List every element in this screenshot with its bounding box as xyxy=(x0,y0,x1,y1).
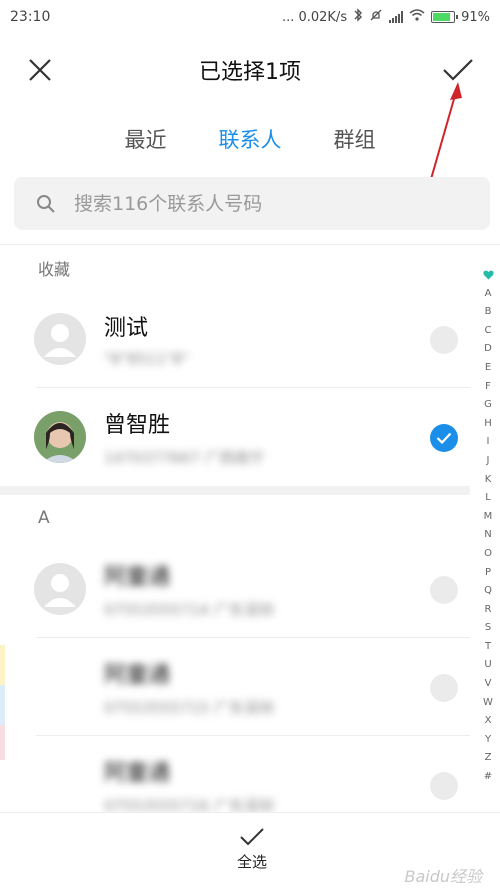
favorites-heart-icon[interactable] xyxy=(482,266,494,285)
index-letter-a[interactable]: A xyxy=(485,285,492,304)
tab-bar: 最近 联系人 群组 xyxy=(0,118,500,162)
contact-info: 阿童通 07553555716 广东深圳 xyxy=(104,755,470,816)
network-speed: ... 0.02K/s xyxy=(281,9,348,25)
avatar-placeholder xyxy=(34,661,86,713)
bluetooth-icon xyxy=(353,8,363,26)
status-bar: 23:10 ... 0.02K/s 91% xyxy=(0,0,500,34)
index-letter-f[interactable]: F xyxy=(485,378,491,397)
index-letter-v[interactable]: V xyxy=(485,675,492,694)
index-letter-m[interactable]: M xyxy=(484,508,493,527)
section-gap xyxy=(0,486,470,495)
search-icon xyxy=(37,194,55,213)
section-header-a: A xyxy=(0,495,470,540)
status-icons: ... 0.02K/s 91% xyxy=(282,8,490,26)
index-letter-n[interactable]: N xyxy=(484,526,491,545)
contact-detail: 07553555715 广东深圳 xyxy=(104,698,274,717)
contact-checkbox-checked[interactable] xyxy=(430,424,458,452)
checkmark-icon xyxy=(436,432,452,444)
index-letter-u[interactable]: U xyxy=(484,656,491,675)
checkmark-icon xyxy=(240,828,264,846)
page-title: 已选择1项 xyxy=(199,60,301,85)
bottom-bar: 全选 Baidu经验 xyxy=(0,812,500,895)
index-letter-i[interactable]: I xyxy=(487,433,490,452)
index-letter-s[interactable]: S xyxy=(485,619,491,638)
default-avatar-icon xyxy=(34,313,86,365)
contact-checkbox[interactable] xyxy=(430,772,458,800)
contact-row[interactable]: 测试 "8"8511"8" xyxy=(0,290,470,388)
signal-icon xyxy=(389,11,404,23)
battery-percent: 91% xyxy=(461,9,490,25)
contact-row[interactable]: 阿童通 07553555715 广东深圳 xyxy=(0,638,470,736)
contact-name: 测试 xyxy=(104,316,149,341)
contact-name: 阿童通 xyxy=(104,662,171,688)
index-letter-y[interactable]: Y xyxy=(485,731,491,750)
contact-name: 阿童通 xyxy=(104,760,171,786)
contact-picker-screen: 23:10 ... 0.02K/s 91% 已选择1项 最近 联系人 群组 搜索… xyxy=(0,0,500,895)
contact-info: 曾智胜 1470377667 广西南宁 xyxy=(104,407,470,468)
top-bar: 已选择1项 xyxy=(0,34,500,104)
contact-detail: "8"8511"8" xyxy=(104,350,189,368)
index-letter-g[interactable]: G xyxy=(484,396,492,415)
edge-decoration xyxy=(0,685,5,725)
contact-info: 测试 "8"8511"8" xyxy=(104,310,470,368)
confirm-button[interactable] xyxy=(438,52,478,88)
avatar-placeholder xyxy=(34,759,86,811)
index-letter-p[interactable]: P xyxy=(485,564,491,583)
index-letter-x[interactable]: X xyxy=(485,712,492,731)
contact-row[interactable]: 曾智胜 1470377667 广西南宁 xyxy=(0,388,470,486)
edge-decoration xyxy=(0,645,5,685)
checkmark-icon xyxy=(443,59,473,81)
index-letter-r[interactable]: R xyxy=(485,601,492,620)
contact-list: 收藏 测试 "8"8511"8" 曾智胜 1470377667 广西南宁 A 阿… xyxy=(0,245,470,834)
contact-checkbox[interactable] xyxy=(430,576,458,604)
index-letter-hash[interactable]: # xyxy=(484,768,492,787)
tab-groups[interactable]: 群组 xyxy=(332,118,378,162)
index-letter-e[interactable]: E xyxy=(485,359,491,378)
index-letter-b[interactable]: B xyxy=(485,303,492,322)
index-letter-d[interactable]: D xyxy=(484,340,492,359)
index-letter-k[interactable]: K xyxy=(485,471,492,490)
index-letter-c[interactable]: C xyxy=(485,322,492,341)
contact-row[interactable]: 阿童通 07553555714 广东深圳 xyxy=(0,540,470,638)
index-letter-o[interactable]: O xyxy=(484,545,492,564)
select-all-button[interactable]: 全选 xyxy=(220,827,284,872)
contact-checkbox[interactable] xyxy=(430,326,458,354)
index-letter-j[interactable]: J xyxy=(487,452,490,471)
tab-recent[interactable]: 最近 xyxy=(123,118,169,162)
contact-info: 阿童通 07553555715 广东深圳 xyxy=(104,657,470,718)
status-time: 23:10 xyxy=(10,9,51,25)
index-letter-q[interactable]: Q xyxy=(484,582,492,601)
contact-photo-avatar xyxy=(34,411,86,463)
index-letter-h[interactable]: H xyxy=(484,415,492,434)
contact-detail: 07553555714 广东深圳 xyxy=(104,600,274,619)
battery-icon xyxy=(431,11,459,23)
watermark: Baidu经验 xyxy=(404,867,482,886)
contact-name: 阿童通 xyxy=(104,564,171,590)
contact-detail: 1470377667 广西南宁 xyxy=(104,448,265,467)
index-letter-t[interactable]: T xyxy=(485,638,491,657)
edge-decoration xyxy=(0,725,5,760)
search-bar[interactable] xyxy=(14,177,490,230)
index-letter-l[interactable]: L xyxy=(485,489,491,508)
index-letter-w[interactable]: W xyxy=(483,694,493,713)
silent-icon xyxy=(369,8,383,26)
index-letter-z[interactable]: Z xyxy=(485,749,492,768)
alphabet-index[interactable]: A B C D E F G H I J K L M N O P Q R S T U V W X Y Z # xyxy=(476,266,500,787)
default-avatar-icon xyxy=(34,563,86,615)
contact-name: 曾智胜 xyxy=(104,412,171,438)
wifi-icon xyxy=(409,9,425,25)
contact-checkbox[interactable] xyxy=(430,674,458,702)
contact-info: 阿童通 07553555714 广东深圳 xyxy=(104,559,470,620)
battery-fill xyxy=(433,13,451,21)
tab-contacts[interactable]: 联系人 xyxy=(217,118,284,162)
select-all-label: 全选 xyxy=(236,853,267,871)
section-header-favorites: 收藏 xyxy=(0,245,470,290)
search-input[interactable] xyxy=(74,192,434,215)
